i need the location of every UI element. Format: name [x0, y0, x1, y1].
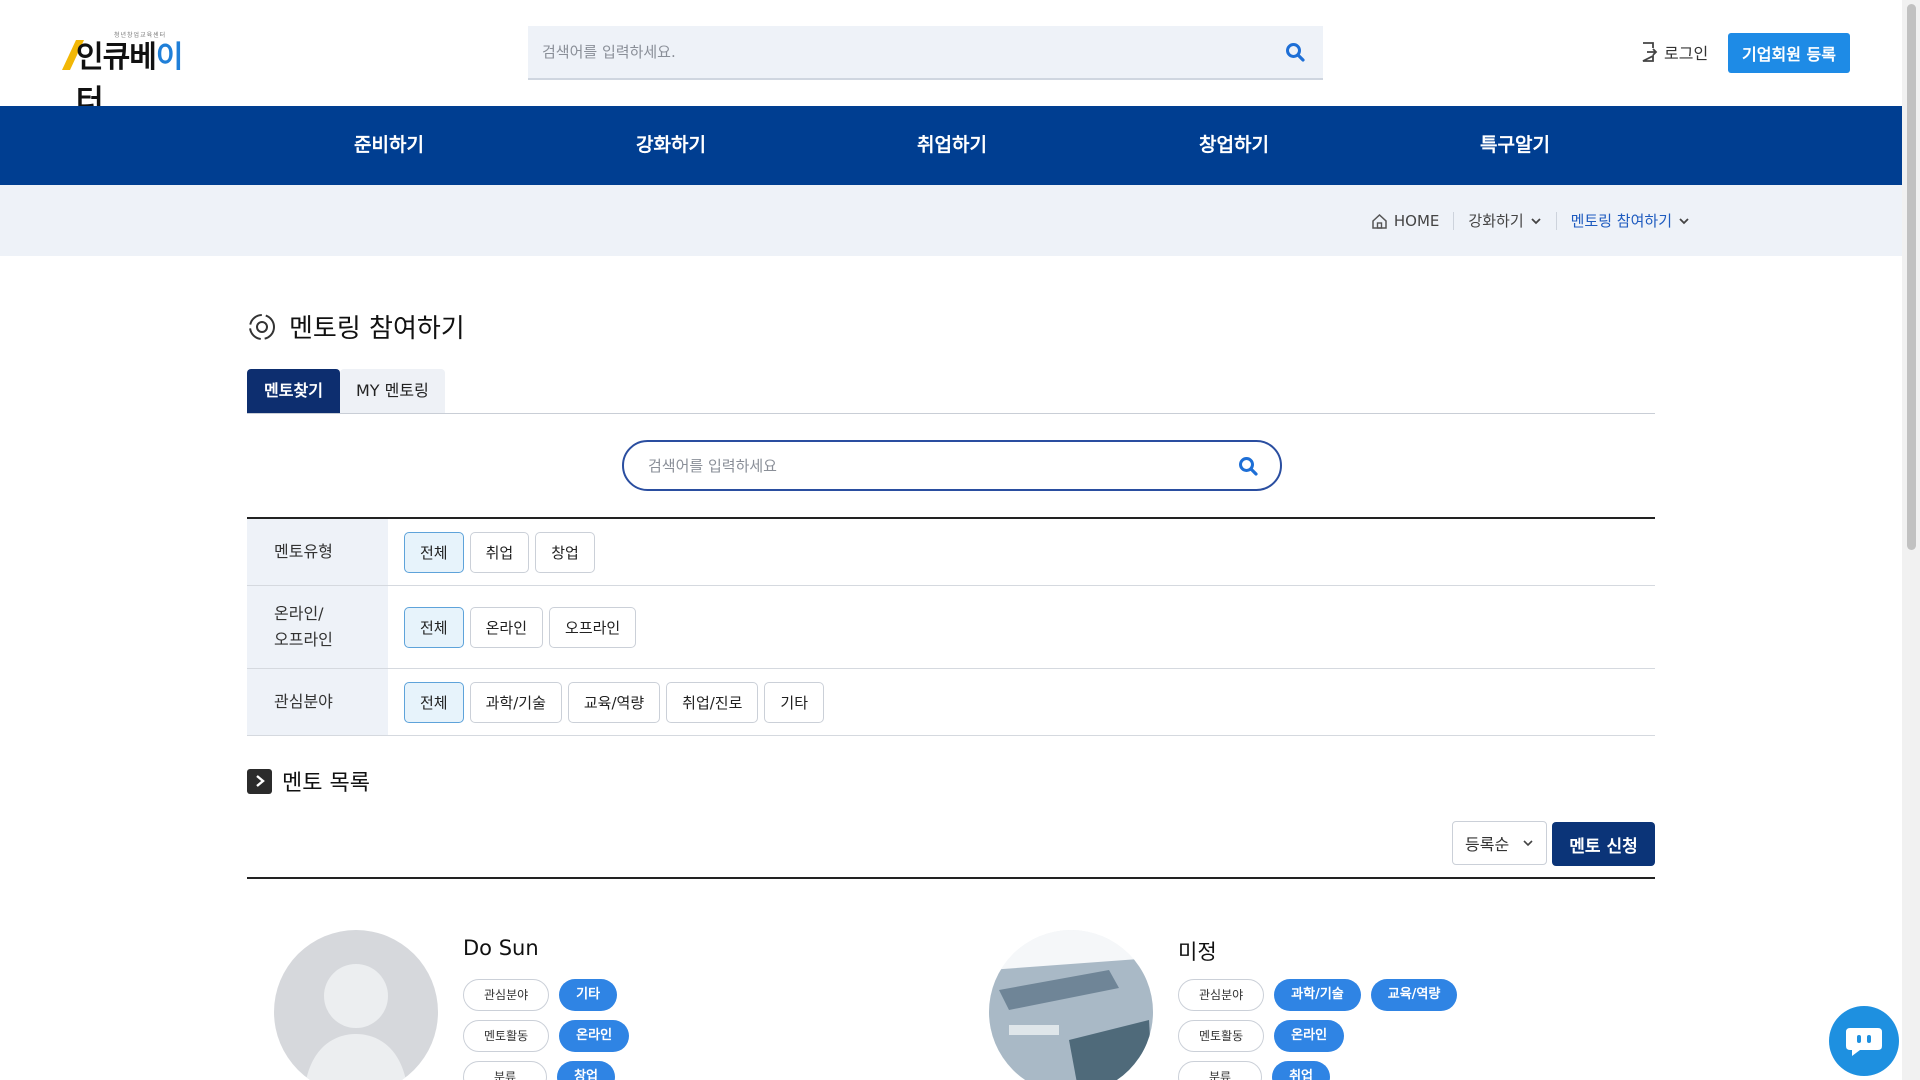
- filter-chip[interactable]: 취업/진로: [666, 681, 759, 723]
- search-icon: [1239, 456, 1258, 476]
- list-divider: [247, 877, 1655, 879]
- mentor-search-input[interactable]: [648, 456, 1234, 475]
- mentor-tag-label: 관심분야: [463, 979, 550, 1011]
- mentor-tag-value: 취업: [1272, 1061, 1331, 1080]
- mentor-tag-value: 과학/기술: [1274, 979, 1361, 1011]
- logo-text-part-b: 이: [155, 40, 184, 75]
- filter-label: 관심분야: [247, 669, 388, 735]
- scrollbar-thumb[interactable]: [1907, 4, 1916, 550]
- mentor-name: 미정: [1178, 940, 1217, 964]
- page-title: 멘토링 참여하기: [289, 314, 465, 344]
- mentor-tag-label: 관심분야: [1178, 979, 1265, 1011]
- logo-text-part-a: 인큐베: [76, 40, 157, 75]
- nav-item-prepare[interactable]: 준비하기: [289, 106, 489, 185]
- filter-chip[interactable]: 온라인: [469, 606, 544, 648]
- corp-register-button[interactable]: 기업회원 등록: [1728, 33, 1850, 73]
- filter-table: 멘토유형 전체 취업 창업 온라인/ 오프라인 전체 온라인 오프라인 관심분야…: [247, 517, 1655, 736]
- filter-chip[interactable]: 취업: [469, 531, 530, 573]
- breadcrumb-bar: HOME 강화하기 멘토링 참여하기: [0, 185, 1902, 256]
- mentor-tag-value: 온라인: [1274, 1020, 1345, 1052]
- mentor-avatar: [274, 930, 438, 1080]
- filter-options: 전체 온라인 오프라인: [388, 586, 1655, 668]
- filter-chip[interactable]: 전체: [404, 681, 464, 723]
- mentor-card[interactable]: 미정 관심분야 과학/기술 교육/역량 멘토활동 온라인 분류 취업: [962, 930, 1662, 1080]
- filter-row-online-offline: 온라인/ 오프라인 전체 온라인 오프라인: [247, 586, 1655, 669]
- mentor-tag-row: 분류 창업: [463, 1061, 616, 1080]
- tab-my-mentoring[interactable]: MY 멘토링: [340, 369, 445, 413]
- mentor-list-heading: 멘토 목록: [247, 765, 370, 797]
- filter-row-interest: 관심분야 전체 과학/기술 교육/역량 취업/진로 기타: [247, 669, 1655, 736]
- mentor-tag-value: 온라인: [559, 1020, 630, 1052]
- filter-label: 온라인/ 오프라인: [247, 586, 388, 668]
- mentor-tag-row: 멘토활동 온라인: [1178, 1020, 1345, 1052]
- filter-chip[interactable]: 창업: [535, 531, 595, 573]
- page-scrollbar[interactable]: [1902, 0, 1920, 1080]
- page-title-row: 멘토링 참여하기: [247, 308, 465, 345]
- filter-label: 멘토유형: [247, 519, 388, 585]
- chevron-down-icon: [1679, 217, 1689, 224]
- breadcrumb-home[interactable]: HOME: [1357, 212, 1454, 230]
- chevron-down-icon: [1530, 217, 1541, 224]
- filter-chip[interactable]: 기타: [764, 681, 825, 723]
- chatbot-button[interactable]: [1829, 1006, 1899, 1076]
- mentor-tag-value: 교육/역량: [1370, 979, 1458, 1011]
- mentor-name: Do Sun: [463, 936, 539, 960]
- search-icon: [1286, 43, 1305, 62]
- mentor-tag-label: 멘토활동: [1178, 1020, 1265, 1052]
- tab-find-mentor[interactable]: 멘토찾기: [247, 369, 340, 413]
- global-search-input[interactable]: [542, 43, 1281, 61]
- sort-value: 등록순: [1465, 835, 1510, 854]
- mentor-tag-row: 분류 취업: [1178, 1061, 1331, 1080]
- mentor-list-title: 멘토 목록: [282, 771, 370, 796]
- breadcrumb-level1-label: 강화하기: [1468, 212, 1524, 230]
- page: 청년창업교육센터 인큐베이터 로그인 기업회원 등록 준비하기 강화하기 취업하…: [0, 0, 1920, 1080]
- global-search-bar: [528, 26, 1323, 80]
- nav-item-special-zone[interactable]: 특구알기: [1415, 106, 1615, 185]
- chevron-down-icon: [1523, 840, 1533, 847]
- global-search-button[interactable]: [1281, 38, 1309, 66]
- mentor-apply-button[interactable]: 멘토 신청: [1552, 822, 1655, 866]
- filter-chip[interactable]: 전체: [404, 606, 464, 648]
- mentor-search-button[interactable]: [1234, 452, 1262, 480]
- breadcrumb-level2-label: 멘토링 참여하기: [1570, 212, 1672, 230]
- breadcrumb-level1[interactable]: 강화하기: [1454, 210, 1555, 231]
- main-nav: 준비하기 강화하기 취업하기 창업하기 특구알기: [0, 106, 1902, 185]
- breadcrumb: HOME 강화하기 멘토링 참여하기: [1357, 185, 1704, 256]
- mentor-tag-label: 분류: [1178, 1061, 1263, 1080]
- chat-icon: [1846, 1028, 1882, 1056]
- nav-item-startup[interactable]: 창업하기: [1134, 106, 1334, 185]
- site-header: 청년창업교육센터 인큐베이터 로그인 기업회원 등록: [0, 0, 1902, 119]
- login-link[interactable]: 로그인: [1640, 40, 1708, 64]
- sort-select[interactable]: 등록순: [1452, 821, 1547, 865]
- mentoring-icon: [249, 313, 275, 340]
- breadcrumb-home-label: HOME: [1393, 211, 1440, 230]
- filter-row-mentor-type: 멘토유형 전체 취업 창업: [247, 519, 1655, 586]
- mentor-search-bar: [622, 440, 1282, 491]
- home-icon: [1372, 213, 1387, 229]
- login-label: 로그인: [1664, 44, 1709, 63]
- breadcrumb-level2[interactable]: 멘토링 참여하기: [1557, 210, 1704, 231]
- mentor-tag-row: 멘토활동 온라인: [463, 1020, 630, 1052]
- mentor-card[interactable]: Do Sun 관심분야 기타 멘토활동 온라인 분류 창업: [247, 930, 947, 1080]
- nav-item-employment[interactable]: 취업하기: [852, 106, 1052, 185]
- mentor-tag-value: 기타: [559, 979, 618, 1011]
- mentoring-tabs: 멘토찾기 MY 멘토링: [247, 369, 1655, 414]
- mentor-tag-row: 관심분야 과학/기술 교육/역량: [1178, 979, 1458, 1011]
- mentor-avatar: [989, 930, 1153, 1080]
- mentor-tag-row: 관심분야 기타: [463, 979, 618, 1011]
- nav-item-strengthen[interactable]: 강화하기: [571, 106, 771, 185]
- mentor-tag-label: 분류: [463, 1061, 548, 1080]
- mentor-tag-label: 멘토활동: [463, 1020, 550, 1052]
- filter-options: 전체 취업 창업: [388, 519, 1655, 585]
- chevron-right-icon: [247, 768, 272, 794]
- filter-chip[interactable]: 전체: [404, 531, 464, 573]
- filter-chip[interactable]: 과학/기술: [469, 681, 562, 723]
- site-logo[interactable]: 청년창업교육센터 인큐베이터: [62, 28, 202, 119]
- mentor-tag-value: 창업: [557, 1061, 616, 1080]
- filter-chip[interactable]: 오프라인: [549, 606, 637, 648]
- filter-chip[interactable]: 교육/역량: [567, 681, 661, 723]
- login-icon: [1642, 42, 1658, 62]
- filter-options: 전체 과학/기술 교육/역량 취업/진로 기타: [388, 669, 1655, 735]
